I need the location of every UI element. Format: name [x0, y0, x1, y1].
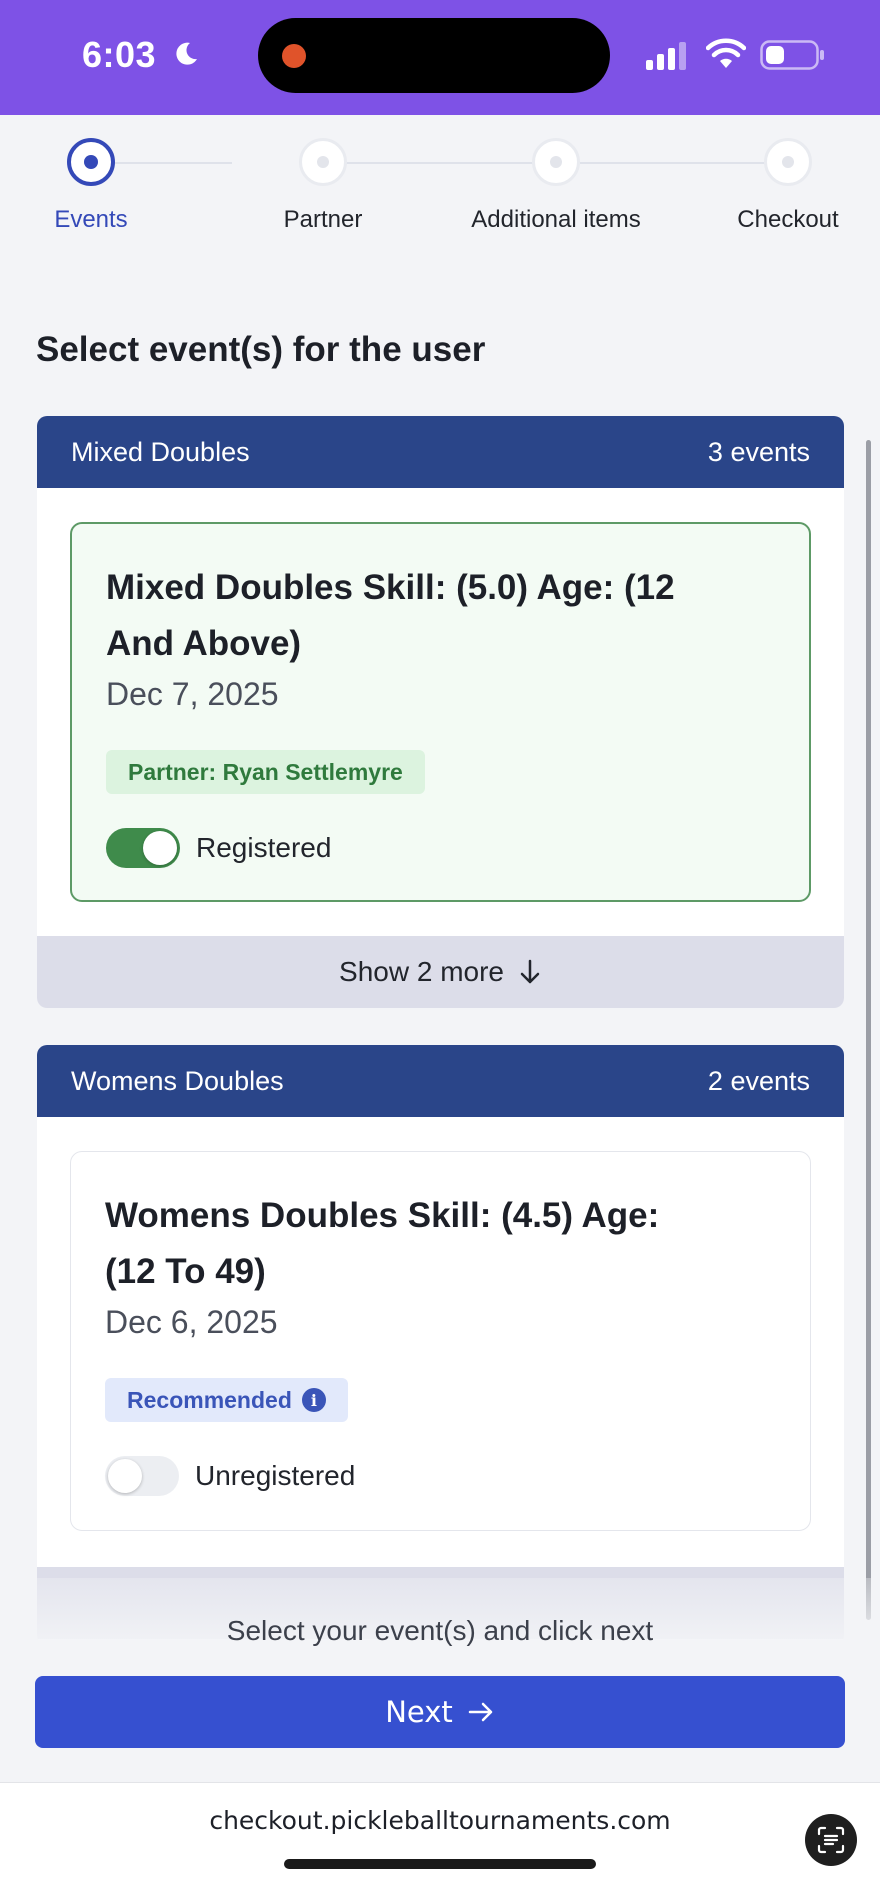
partner-badge-label: Partner: Ryan Settlemyre — [128, 758, 403, 785]
event-title: Mixed Doubles Skill: (5.0) Age: (12 And … — [106, 568, 675, 663]
toggle-knob — [143, 831, 177, 865]
step-indicator-icon — [67, 138, 115, 186]
registration-toggle[interactable] — [105, 1456, 179, 1496]
moon-icon — [176, 42, 197, 65]
step-label: Additional items — [471, 206, 641, 233]
category-event-count: 2 events — [707, 1065, 810, 1096]
wifi-icon — [706, 38, 746, 68]
step-checkout[interactable]: Checkout — [688, 138, 880, 234]
category-mixed-doubles: Mixed Doubles 3 events Mixed Doubles Ski… — [37, 416, 844, 1008]
event-title: Womens Doubles Skill: (4.5) Age: (12 To … — [105, 1196, 660, 1291]
reader-mode-button[interactable] — [805, 1814, 857, 1866]
category-header[interactable]: Mixed Doubles 3 events — [37, 416, 844, 488]
recommended-badge: Recommended i — [105, 1378, 348, 1422]
next-button[interactable]: Next — [35, 1676, 845, 1748]
event-card[interactable]: Womens Doubles Skill: (4.5) Age: (12 To … — [70, 1151, 811, 1531]
partner-badge: Partner: Ryan Settlemyre — [106, 750, 425, 794]
category-name: Womens Doubles — [71, 1065, 284, 1096]
step-label: Checkout — [737, 206, 839, 233]
event-date: Dec 7, 2025 — [106, 676, 279, 712]
registration-status: Registered — [196, 832, 332, 863]
step-label: Events — [54, 206, 128, 233]
recommended-badge-label: Recommended — [127, 1386, 292, 1413]
page-title: Select event(s) for the user — [36, 330, 486, 369]
step-label: Partner — [283, 206, 363, 233]
home-indicator[interactable] — [284, 1859, 596, 1869]
toggle-knob — [108, 1459, 142, 1493]
step-additional-items[interactable]: Additional items — [456, 138, 656, 234]
info-icon[interactable]: i — [301, 1388, 326, 1412]
footer-hint: Select your event(s) and click next — [226, 1615, 654, 1646]
dynamic-island — [258, 18, 610, 93]
arrow-right-icon — [468, 1702, 493, 1722]
category-womens-doubles: Womens Doubles 2 events Womens Doubles S… — [37, 1045, 844, 1645]
next-button-label: Next — [385, 1695, 453, 1729]
category-header[interactable]: Womens Doubles 2 events — [37, 1045, 844, 1117]
status-bar: 6:03 — [0, 0, 880, 115]
show-more-button[interactable]: Show 2 more — [37, 936, 844, 1008]
text-scan-icon — [817, 1826, 845, 1854]
event-date: Dec 6, 2025 — [105, 1304, 278, 1340]
step-partner[interactable]: Partner — [223, 138, 423, 234]
step-indicator-icon — [532, 138, 580, 186]
step-events[interactable]: Events — [0, 138, 191, 234]
signal-icon — [646, 42, 686, 70]
step-indicator-icon — [764, 138, 812, 186]
recording-dot-icon — [282, 44, 306, 68]
step-indicator-icon — [299, 138, 347, 186]
show-more-label: Show 2 more — [339, 956, 504, 987]
progress-stepper: Events Partner Additional items Checkout — [0, 118, 880, 248]
arrow-down-icon — [520, 959, 540, 984]
category-name: Mixed Doubles — [71, 436, 250, 467]
registration-toggle[interactable] — [106, 828, 180, 868]
url-text[interactable]: checkout.pickleballtournaments.com — [0, 1806, 880, 1835]
category-event-count: 3 events — [707, 436, 810, 467]
scrollbar[interactable] — [866, 440, 871, 1620]
event-card[interactable]: Mixed Doubles Skill: (5.0) Age: (12 And … — [70, 522, 811, 902]
registration-status: Unregistered — [195, 1460, 356, 1491]
battery-icon — [760, 40, 824, 70]
clock-time: 6:03 — [82, 34, 157, 75]
